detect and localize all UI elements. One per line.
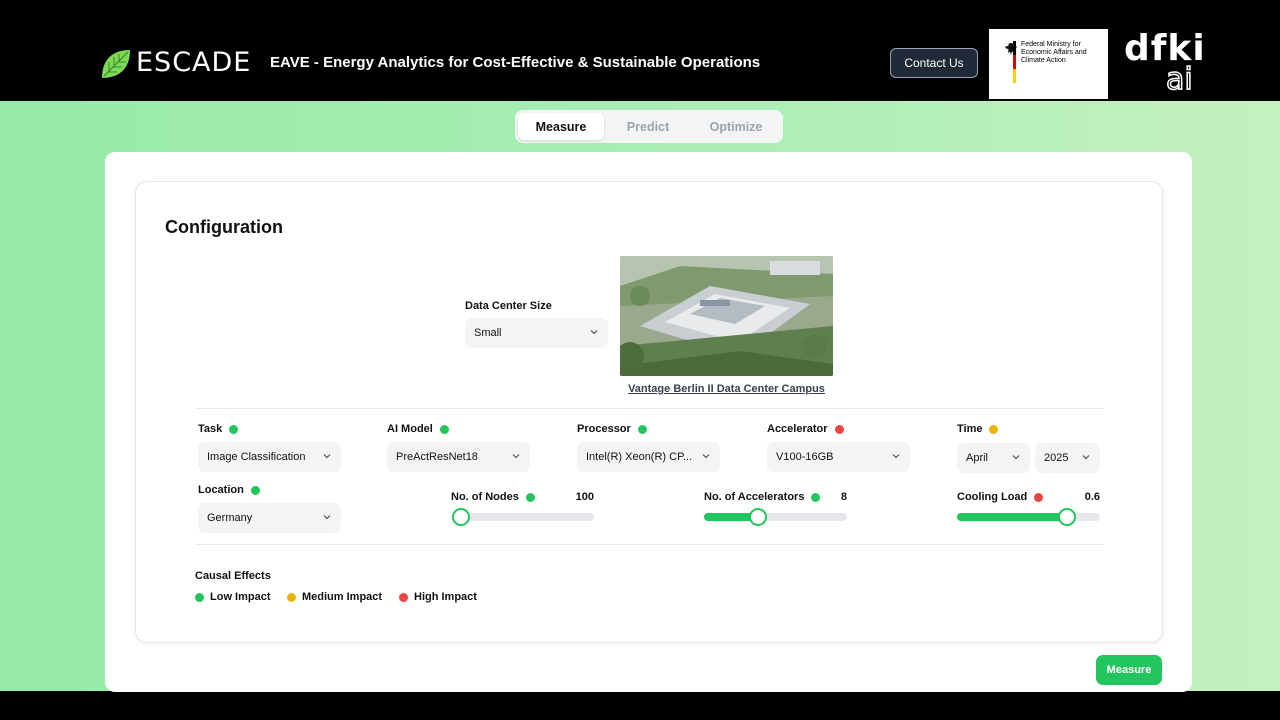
time-month-select[interactable]: April	[957, 443, 1030, 473]
ministry-logo: Federal Ministry for Economic Affairs an…	[989, 29, 1108, 99]
task-select[interactable]: Image Classification	[198, 442, 341, 472]
legend-dot-low	[195, 592, 204, 602]
time-label-text: Time	[957, 423, 983, 435]
legend-title: Causal Effects	[195, 570, 271, 582]
chevron-down-icon	[1012, 455, 1020, 460]
chevron-down-icon	[590, 330, 598, 335]
brand-name: ESCADE	[136, 47, 252, 78]
task-label: Task	[198, 423, 239, 435]
chevron-down-icon	[702, 454, 710, 459]
accelerators-count-label-text: No. of Accelerators	[704, 491, 805, 503]
data-center-size-label: Data Center Size	[465, 300, 552, 312]
ai-model-value: PreActResNet18	[396, 451, 478, 463]
processor-value: Intel(R) Xeon(R) CP...	[586, 451, 693, 463]
divider-top	[195, 408, 1103, 409]
location-label: Location	[198, 484, 260, 496]
accelerator-value: V100-16GB	[776, 451, 834, 463]
dfki-ai-logo: ai	[1165, 62, 1193, 97]
data-center-size-select[interactable]: Small	[465, 318, 608, 348]
time-month-value: April	[966, 452, 989, 464]
legend-low-label: Low Impact	[210, 591, 271, 603]
legend-high-label: High Impact	[414, 591, 477, 603]
task-value: Image Classification	[207, 451, 306, 463]
cooling-load-value: 0.6	[1084, 491, 1100, 503]
accelerators-count-slider[interactable]	[704, 508, 847, 526]
ai-model-label: AI Model	[387, 423, 449, 435]
nodes-slider[interactable]	[451, 508, 594, 526]
accelerators-count-value: 8	[840, 491, 847, 503]
ministry-text: Federal Ministry for Economic Affairs an…	[1021, 41, 1087, 64]
dfki-logo: dfki	[1124, 28, 1206, 69]
ai-model-select[interactable]: PreActResNet18	[387, 442, 530, 472]
data-center-size-label-text: Data Center Size	[465, 300, 552, 312]
legend-high-impact: High Impact	[399, 591, 477, 603]
cooling-load-slider-fill	[957, 513, 1068, 521]
data-center-caption-link[interactable]: Vantage Berlin II Data Center Campus	[620, 383, 833, 395]
accelerator-label-text: Accelerator	[767, 423, 828, 435]
measure-button[interactable]: Measure	[1096, 655, 1162, 685]
divider-bottom	[195, 544, 1103, 545]
impact-dot-low	[525, 492, 535, 502]
impact-dot-high	[834, 424, 844, 434]
location-value: Germany	[207, 512, 253, 524]
ai-model-label-text: AI Model	[387, 423, 433, 435]
nodes-label: No. of Nodes	[451, 491, 535, 503]
legend-dot-high	[399, 592, 408, 602]
configuration-card	[135, 181, 1163, 643]
time-label: Time	[957, 423, 999, 435]
tab-measure[interactable]: Measure	[518, 113, 604, 140]
bottom-bar	[0, 691, 1280, 720]
legend-medium-label: Medium Impact	[302, 591, 383, 603]
time-year-value: 2025	[1044, 452, 1069, 464]
accelerator-select[interactable]: V100-16GB	[767, 442, 910, 472]
impact-dot-medium	[989, 424, 999, 434]
impact-dot-low	[229, 424, 239, 434]
impact-dot-low	[250, 485, 260, 495]
eagle-icon	[1005, 43, 1017, 55]
nodes-label-text: No. of Nodes	[451, 491, 519, 503]
leaf-logo-icon	[102, 50, 130, 78]
chevron-down-icon	[892, 454, 900, 459]
chevron-down-icon	[1082, 455, 1090, 460]
cooling-load-label: Cooling Load	[957, 491, 1044, 503]
legend-dot-medium	[287, 592, 296, 602]
chevron-down-icon	[323, 515, 331, 520]
section-title: Configuration	[165, 217, 283, 237]
app-title: EAVE - Energy Analytics for Cost-Effecti…	[270, 54, 761, 71]
data-center-size-value: Small	[474, 327, 502, 339]
mode-tabs: Measure Predict Optimize	[515, 110, 783, 143]
cooling-load-label-text: Cooling Load	[957, 491, 1028, 503]
location-select[interactable]: Germany	[198, 503, 341, 533]
processor-label-text: Processor	[577, 423, 631, 435]
legend-medium-impact: Medium Impact	[287, 591, 382, 603]
tab-predict[interactable]: Predict	[607, 113, 689, 140]
tab-optimize[interactable]: Optimize	[692, 113, 780, 140]
nodes-value: 100	[575, 491, 594, 503]
german-flag-stripe	[1013, 41, 1016, 83]
chevron-down-icon	[323, 454, 331, 459]
impact-dot-high	[1034, 492, 1044, 502]
top-bar: ESCADE EAVE - Energy Analytics for Cost-…	[0, 0, 1280, 101]
impact-dot-low	[439, 424, 449, 434]
processor-label: Processor	[577, 423, 647, 435]
cooling-load-slider-thumb[interactable]	[1058, 508, 1077, 526]
data-center-image	[620, 256, 833, 376]
processor-select[interactable]: Intel(R) Xeon(R) CP...	[577, 442, 720, 472]
contact-us-button[interactable]: Contact Us	[890, 48, 978, 78]
nodes-slider-thumb[interactable]	[451, 508, 470, 526]
time-year-select[interactable]: 2025	[1035, 443, 1100, 473]
legend-low-impact: Low Impact	[195, 591, 271, 603]
chevron-down-icon	[512, 454, 520, 459]
impact-dot-low	[637, 424, 647, 434]
accelerator-label: Accelerator	[767, 423, 844, 435]
location-label-text: Location	[198, 484, 244, 496]
cooling-load-slider[interactable]	[957, 508, 1100, 526]
task-label-text: Task	[198, 423, 223, 435]
